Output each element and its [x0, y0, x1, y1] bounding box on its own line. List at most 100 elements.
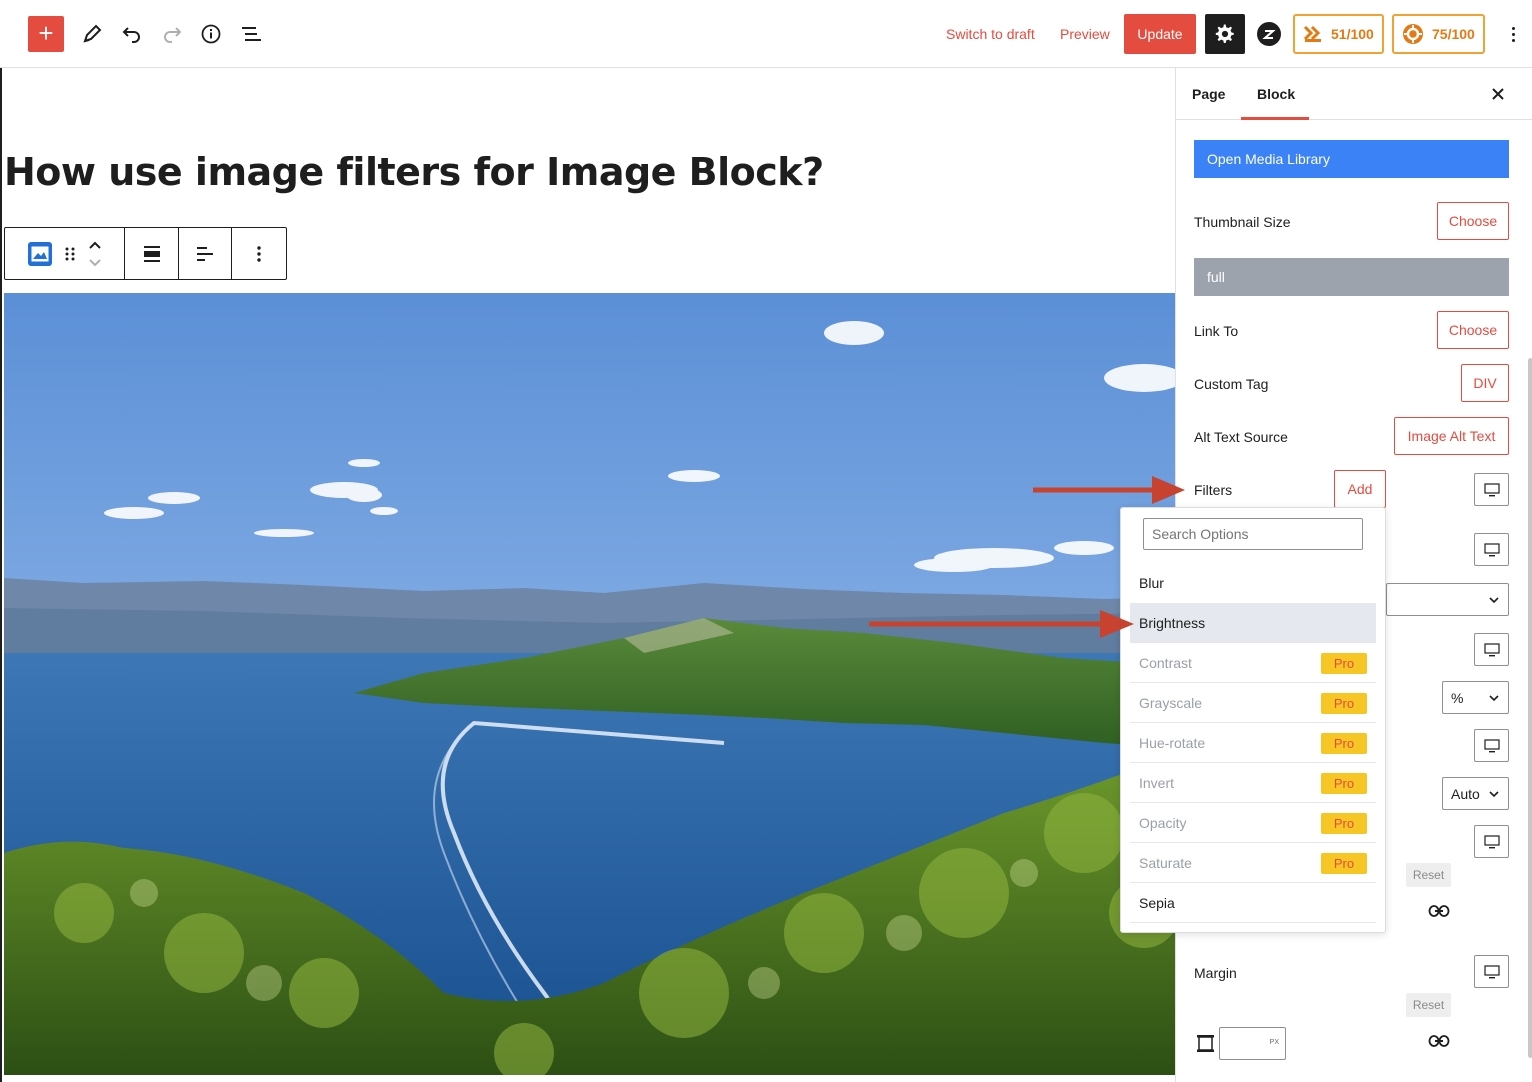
- filter-option-label: Sepia: [1139, 894, 1175, 911]
- tab-block[interactable]: Block: [1257, 86, 1295, 102]
- align-text-button[interactable]: [179, 228, 232, 279]
- align-text-icon: [197, 246, 213, 261]
- close-sidebar-button[interactable]: [1488, 84, 1508, 104]
- readability-score-icon: [1403, 24, 1423, 44]
- chevron-down-icon: [1489, 597, 1499, 604]
- filters-label: Filters: [1194, 482, 1233, 498]
- custom-tag-select[interactable]: DIV: [1461, 364, 1509, 402]
- seo-score-icon: [1303, 25, 1321, 42]
- desktop-icon: [1483, 964, 1500, 978]
- margin-unit: PX: [1269, 1039, 1279, 1046]
- tab-page[interactable]: Page: [1192, 86, 1225, 102]
- list-view-icon[interactable]: [235, 18, 267, 50]
- filter-option-brightness[interactable]: Brightness: [1130, 603, 1376, 643]
- preview-link[interactable]: Preview: [1060, 26, 1110, 42]
- pro-badge: Pro: [1321, 693, 1367, 714]
- redo-icon[interactable]: [156, 18, 188, 50]
- add-block-button[interactable]: +: [28, 16, 64, 52]
- open-media-library-button[interactable]: Open Media Library: [1194, 140, 1509, 178]
- filter-option-opacity[interactable]: Opacity Pro: [1130, 803, 1376, 843]
- seo-score-value: 51/100: [1331, 26, 1374, 42]
- link-values-icon[interactable]: [1428, 904, 1450, 918]
- filter-option-label: Brightness: [1139, 614, 1206, 631]
- pro-badge: Pro: [1321, 773, 1367, 794]
- alt-text-source-select[interactable]: Image Alt Text: [1394, 417, 1509, 455]
- thumbnail-size-label: Thumbnail Size: [1194, 214, 1291, 230]
- annotation-arrow-brightness: [869, 610, 1134, 638]
- link-to-choose-button[interactable]: Choose: [1437, 311, 1509, 349]
- responsive-toggle-button[interactable]: [1474, 825, 1509, 858]
- filter-option-hue-rotate[interactable]: Hue-rotate Pro: [1130, 723, 1376, 763]
- link-values-icon[interactable]: [1428, 1034, 1450, 1048]
- filter-option-saturate[interactable]: Saturate Pro: [1130, 843, 1376, 883]
- sidebar-scrollbar[interactable]: [1528, 358, 1532, 1058]
- align-wide-icon: [143, 245, 160, 262]
- filter-option-label: Invert: [1139, 774, 1175, 791]
- filter-option-contrast[interactable]: Contrast Pro: [1130, 643, 1376, 683]
- filter-option-label: Opacity: [1139, 814, 1187, 831]
- filter-option-invert[interactable]: Invert Pro: [1130, 763, 1376, 803]
- switch-to-draft-link[interactable]: Switch to draft: [946, 26, 1035, 42]
- thumbnail-size-choose-button[interactable]: Choose: [1437, 202, 1509, 240]
- update-button[interactable]: Update: [1124, 14, 1196, 54]
- margin-reset-button[interactable]: Reset: [1406, 993, 1451, 1017]
- block-type-group: [5, 228, 125, 279]
- seo-score-button[interactable]: 51/100: [1293, 14, 1384, 54]
- settings-button[interactable]: [1205, 14, 1245, 54]
- responsive-toggle-button[interactable]: [1474, 633, 1509, 666]
- responsive-toggle-button[interactable]: [1474, 955, 1509, 988]
- auto-select-value: Auto: [1451, 785, 1480, 802]
- filter-option-label: Hue-rotate: [1139, 734, 1206, 751]
- responsive-toggle-button[interactable]: [1474, 473, 1509, 506]
- hidden-select[interactable]: [1386, 583, 1509, 616]
- sidebar-tabs: Page Block: [1176, 68, 1532, 120]
- filter-option-label: Saturate: [1139, 854, 1192, 871]
- more-options-icon: [257, 245, 261, 262]
- filters-add-button[interactable]: Add: [1334, 470, 1386, 508]
- block-options-button[interactable]: [232, 228, 286, 279]
- active-tab-indicator: [1241, 117, 1309, 120]
- landscape-image[interactable]: [4, 293, 1175, 1075]
- desktop-icon: [1483, 642, 1500, 656]
- readability-score-button[interactable]: 75/100: [1392, 14, 1485, 54]
- desktop-icon: [1483, 482, 1500, 496]
- align-wide-button[interactable]: [125, 228, 179, 279]
- filter-option-blur[interactable]: Blur: [1130, 563, 1376, 603]
- pencil-icon[interactable]: [76, 18, 108, 50]
- pro-badge: Pro: [1321, 733, 1367, 754]
- post-title[interactable]: How use image filters for Image Block?: [4, 150, 824, 194]
- pro-badge: Pro: [1321, 653, 1367, 674]
- editor-canvas: How use image filters for Image Block?: [0, 68, 1175, 1082]
- move-up-down-icon[interactable]: [87, 240, 103, 268]
- close-icon: [1492, 88, 1504, 100]
- margin-sides-icon: [1197, 1035, 1214, 1052]
- image-block-icon[interactable]: [27, 241, 53, 267]
- reset-button[interactable]: Reset: [1406, 863, 1451, 887]
- chevron-down-icon: [1489, 695, 1499, 702]
- desktop-icon: [1483, 834, 1500, 848]
- more-menu-icon[interactable]: [1503, 20, 1523, 48]
- responsive-toggle-button[interactable]: [1474, 533, 1509, 566]
- filter-option-grayscale[interactable]: Grayscale Pro: [1130, 683, 1376, 723]
- filter-option-label: Grayscale: [1139, 694, 1203, 711]
- filter-option-label: Blur: [1139, 575, 1164, 591]
- editor-top-bar: + Switch to draft Preview Update 51/100 …: [0, 0, 1532, 68]
- filter-option-sepia[interactable]: Sepia: [1130, 883, 1376, 923]
- desktop-icon: [1483, 542, 1500, 556]
- filter-options-dropdown: Blur Brightness Contrast Pro Grayscale P…: [1120, 507, 1386, 933]
- unit-select[interactable]: %: [1442, 681, 1509, 714]
- thumbnail-size-value[interactable]: full: [1194, 258, 1509, 296]
- margin-label: Margin: [1194, 965, 1237, 981]
- info-icon[interactable]: [195, 18, 227, 50]
- drag-handle-icon[interactable]: [65, 246, 75, 262]
- zion-builder-icon[interactable]: [1257, 22, 1281, 46]
- margin-input[interactable]: PX: [1219, 1027, 1286, 1060]
- undo-icon[interactable]: [116, 18, 148, 50]
- block-toolbar: [4, 227, 287, 280]
- responsive-toggle-button[interactable]: [1474, 729, 1509, 762]
- link-to-label: Link To: [1194, 323, 1239, 339]
- auto-select[interactable]: Auto: [1442, 777, 1509, 810]
- search-options-input[interactable]: [1143, 518, 1363, 550]
- desktop-icon: [1483, 738, 1500, 752]
- alt-text-source-label: Alt Text Source: [1194, 429, 1288, 445]
